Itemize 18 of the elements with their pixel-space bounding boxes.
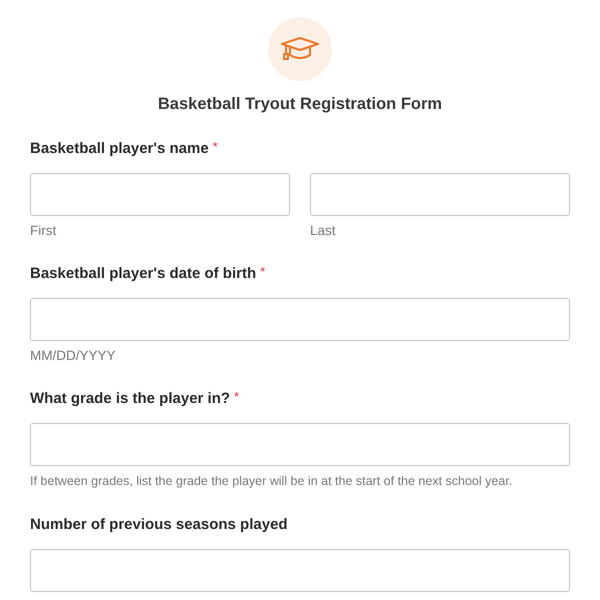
- graduation-cap-icon: [280, 36, 320, 62]
- required-mark: *: [212, 139, 218, 155]
- required-mark: *: [260, 264, 266, 280]
- input-field[interactable]: [30, 298, 570, 341]
- sublabel: Last: [310, 222, 337, 239]
- input-field[interactable]: [30, 173, 290, 216]
- input-field[interactable]: [30, 423, 570, 466]
- input-field[interactable]: [310, 173, 570, 216]
- sublabel: First: [30, 222, 58, 239]
- field-label: Basketball player's date of birth: [30, 264, 256, 284]
- input-field[interactable]: [30, 549, 570, 592]
- field-label: Basketball player's name: [30, 139, 209, 159]
- required-mark: *: [234, 389, 240, 405]
- hint-text: If between grades, list the grade the player will be in at the start of the next school year.: [30, 473, 514, 490]
- sublabel: MM/DD/YYYY: [30, 347, 117, 364]
- field-label: What grade is the player in?: [30, 389, 230, 409]
- field-label: Number of previous seasons played: [30, 515, 288, 535]
- form-title: Basketball Tryout Registration Form: [158, 94, 442, 114]
